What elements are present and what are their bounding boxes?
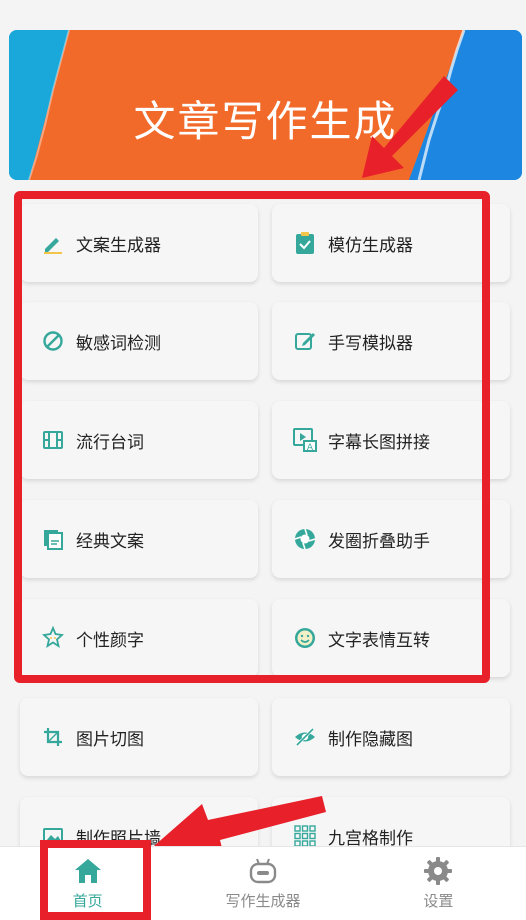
tool-subtitle-image-stitch[interactable]: A 字幕长图拼接 xyxy=(272,401,510,479)
tool-label: 九宫格制作 xyxy=(328,828,413,849)
tool-copywriting-generator[interactable]: 文案生成器 xyxy=(20,204,258,282)
tab-writing-generator[interactable]: 写作生成器 xyxy=(175,847,350,920)
home-icon xyxy=(73,856,103,886)
tool-imitation-generator[interactable]: 模仿生成器 xyxy=(272,204,510,282)
tool-label: 发圈折叠助手 xyxy=(328,531,430,552)
edit-square-icon xyxy=(292,328,318,354)
camera-aperture-icon xyxy=(292,526,318,552)
tool-text-emoji-convert[interactable]: 文字表情互转 xyxy=(272,599,510,677)
tool-image-crop[interactable]: 图片切图 xyxy=(20,698,258,776)
tool-popular-lines[interactable]: 流行台词 xyxy=(20,401,258,479)
robot-icon xyxy=(248,856,278,886)
tool-label: 制作隐藏图 xyxy=(328,729,413,750)
smiley-icon xyxy=(292,625,318,651)
tool-grid: 文案生成器 模仿生成器 敏感词检测 手写模拟器 流行台词 A 字幕长图拼接 经典… xyxy=(0,0,526,920)
tool-label: 模仿生成器 xyxy=(328,235,413,256)
tool-label: 字幕长图拼接 xyxy=(328,432,430,453)
subtitle-image-icon: A xyxy=(292,427,318,453)
eye-off-icon xyxy=(292,724,318,750)
tool-label: 经典文案 xyxy=(76,531,144,552)
tool-label: 制作照片墙 xyxy=(76,828,161,849)
tool-label: 文案生成器 xyxy=(76,235,161,256)
film-icon xyxy=(40,427,66,453)
svg-text:A: A xyxy=(307,443,314,453)
tool-handwriting-simulator[interactable]: 手写模拟器 xyxy=(272,302,510,380)
tool-label: 流行台词 xyxy=(76,432,144,453)
tab-settings[interactable]: 设置 xyxy=(351,847,526,920)
tool-sensitive-word-check[interactable]: 敏感词检测 xyxy=(20,302,258,380)
tool-personal-emoticons[interactable]: 个性颜字 xyxy=(20,599,258,677)
tool-label: 个性颜字 xyxy=(76,630,144,651)
tab-label: 写作生成器 xyxy=(225,892,301,910)
document-stack-icon xyxy=(40,526,66,552)
tool-label: 文字表情互转 xyxy=(328,630,430,651)
tool-label: 手写模拟器 xyxy=(328,333,413,354)
tool-classic-copy[interactable]: 经典文案 xyxy=(20,500,258,578)
prohibit-icon xyxy=(40,328,66,354)
tab-home[interactable]: 首页 xyxy=(0,847,175,920)
tab-label: 首页 xyxy=(72,892,103,910)
tab-label: 设置 xyxy=(423,892,454,910)
crop-icon xyxy=(40,724,66,750)
bottom-tab-bar: 首页 写作生成器 设置 xyxy=(0,846,526,920)
tool-moments-fold-helper[interactable]: 发圈折叠助手 xyxy=(272,500,510,578)
tool-label: 敏感词检测 xyxy=(76,333,161,354)
clipboard-check-icon xyxy=(292,230,318,256)
tool-label: 图片切图 xyxy=(76,729,144,750)
tool-hidden-image[interactable]: 制作隐藏图 xyxy=(272,698,510,776)
gear-icon xyxy=(423,856,453,886)
sparkle-face-icon xyxy=(40,625,66,651)
pencil-icon xyxy=(40,230,66,256)
